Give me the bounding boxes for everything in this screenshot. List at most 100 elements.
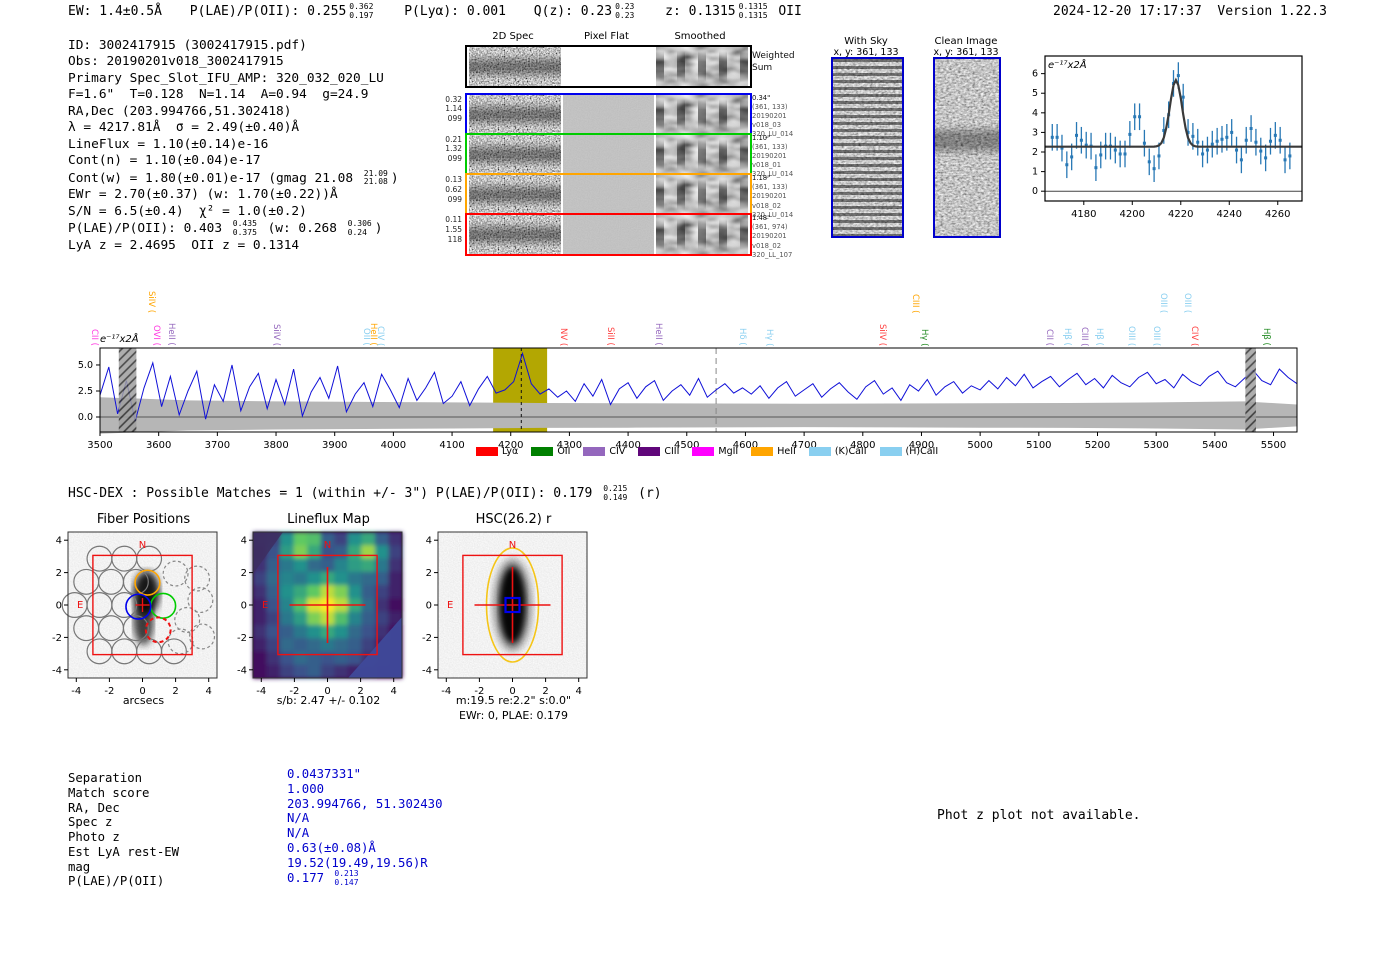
svg-text:-2: -2: [422, 633, 432, 644]
plae-poii-value: P(LAE)/P(OII): 0.255: [189, 4, 347, 20]
info-seeing: F=1.6" T=0.128 N=1.14 A=0.94 g=24.9: [68, 87, 369, 103]
line-label-Hγ: Hγ (: [764, 328, 774, 346]
svg-text:4: 4: [56, 536, 62, 547]
svg-text:5.0: 5.0: [78, 360, 93, 371]
line-label-CII: CII (: [1044, 329, 1054, 346]
line-label-OIII: OIII (: [1182, 292, 1192, 313]
clean-image-title: Clean Image: [934, 36, 998, 47]
line-label-OVI: OVI (: [151, 325, 161, 346]
spec2d-cell: [469, 47, 561, 86]
smoothed-cell: [656, 94, 748, 134]
svg-text:N: N: [509, 540, 516, 551]
svg-text:2.5: 2.5: [78, 386, 93, 397]
line-label-HeII: HeII (: [166, 323, 176, 346]
spec2d-row-right-labels: Weighted Sum: [752, 51, 795, 74]
clean-image: [933, 57, 1001, 238]
spectrum-legend: Lyα OII CIV CIII MgII HeII (K)CaII (H)CaII: [476, 446, 938, 457]
svg-text:-4: -4: [237, 665, 247, 676]
info-lineflux: LineFlux = 1.10(±0.14)e-16: [68, 136, 269, 152]
hsc-cutout-plot: NE-4-4-2-2002244: [422, 531, 588, 697]
svg-text:3900: 3900: [322, 440, 347, 451]
with-sky-image: [831, 57, 904, 238]
detection-info-block: ID: 3002417915 (3002417915.pdf) Obs: 201…: [68, 38, 399, 254]
svg-text:3: 3: [1032, 127, 1038, 138]
svg-text:-2: -2: [52, 633, 62, 644]
spec2d-row-right-labels: 1.18" (361, 133) 20190201 v018_02 320_LU_014: [752, 174, 794, 219]
smoothed-cell: [656, 47, 748, 86]
match-row-label: mag: [68, 859, 91, 874]
match-row-label: Separation: [68, 771, 143, 785]
info-plae: P(LAE)/P(OII): 0.403 0.435 0.375 (w: 0.26…: [68, 219, 383, 237]
hsc-xlabel-1: m:19.5 re:2.2" s:0.0": [455, 694, 572, 707]
spec2d-row: [464, 213, 752, 256]
pixelflat-cell: [563, 94, 654, 134]
line-label-CIII: CIII (: [910, 293, 920, 313]
svg-text:0: 0: [1032, 186, 1038, 197]
match-row-label: Spec z: [68, 815, 113, 830]
legend-swatch: [808, 447, 831, 456]
svg-text:5400: 5400: [1202, 440, 1227, 451]
z-value: z: 0.1315: [665, 4, 736, 20]
line-label-Hγ: Hγ (: [919, 328, 929, 346]
svg-text:4: 4: [241, 536, 247, 547]
match-row-value: 19.52(19.49,19.56)R: [287, 855, 428, 870]
match-row-label: Est LyA rest-EW: [68, 844, 180, 859]
pixelflat-cell: [563, 134, 654, 174]
z-hilo: 0.1315 0.1315: [738, 2, 768, 20]
svg-text:3800: 3800: [263, 440, 288, 451]
fiber-positions-plot: NE-4-4-2-2002244: [52, 531, 218, 697]
pixelflat-cell: [563, 47, 654, 86]
spec2d-row: [464, 45, 752, 88]
match-row-label: RA, Dec: [68, 800, 120, 815]
datetime-version: 2024-12-20 17:17:37 Version 1.22.3: [1053, 4, 1327, 19]
line-label-SiII: SiII (: [605, 327, 615, 346]
svg-text:-4: -4: [422, 665, 432, 676]
phot-z-note: Phot z plot not available.: [937, 808, 1141, 823]
legend-swatch: [638, 447, 661, 456]
line-label-CII: CII (: [89, 329, 99, 346]
smoothed-cell: [656, 215, 748, 254]
svg-text:-2: -2: [237, 633, 247, 644]
match-row-value: 0.177 0.213 0.147: [287, 869, 359, 887]
svg-text:4: 4: [426, 536, 432, 547]
svg-text:6: 6: [1032, 69, 1038, 80]
svg-text:E: E: [447, 600, 453, 611]
svg-text:5300: 5300: [1143, 440, 1168, 451]
spec2d-row-left-labels: 0.21 1.32 099: [445, 134, 462, 164]
line-label-OIII: OIII (: [1158, 292, 1168, 313]
col-header-pixelflat: Pixel Flat: [584, 31, 629, 42]
svg-text:-4: -4: [52, 665, 62, 676]
svg-text:0: 0: [241, 601, 247, 612]
match-row-label: Photo z: [68, 830, 120, 844]
line-label-CIII: CIII (: [1079, 326, 1089, 346]
svg-text:0: 0: [426, 601, 432, 612]
legend-label: (H)CaII: [905, 446, 939, 457]
spec2d-row-right-labels: 1.10" (361, 133) 20190201 v018_01 320_LU_014: [752, 133, 794, 179]
pixelflat-cell: [563, 215, 654, 254]
smoothed-cell: [656, 134, 748, 174]
legend-item-MgII: MgII: [692, 446, 738, 457]
legend-item-Lyα: Lyα: [476, 446, 518, 457]
qz-value: Q(z): 0.23: [533, 4, 613, 20]
line-fit-plot: 4180 4200 4220 4240 4260 0 1 2 3 4 5 6 e⁻¹⁷x2Å: [1032, 55, 1303, 220]
legend-label: HeII: [777, 446, 796, 457]
hsc-xlabel-2: EWr: 0, PLAE: 0.179: [458, 709, 569, 722]
svg-text:5200: 5200: [1085, 440, 1110, 451]
pixelflat-cell: [563, 175, 654, 214]
match-row-value: 0.63(±0.08)Å: [287, 840, 376, 855]
match-row-label: P(LAE)/P(OII): [68, 874, 165, 889]
info-id: ID: 3002417915 (3002417915.pdf): [68, 38, 307, 53]
line-label-Hβ: Hβ (: [1094, 328, 1104, 346]
report-datetime: 2024-12-20 17:17:37: [1053, 4, 1202, 19]
spec2d-row: [464, 173, 752, 216]
spec2d-row: [464, 132, 752, 176]
svg-text:E: E: [262, 600, 268, 611]
legend-label: Lyα: [502, 446, 519, 457]
svg-text:4200: 4200: [1120, 209, 1145, 220]
svg-text:4220: 4220: [1168, 209, 1193, 220]
svg-text:e⁻¹⁷x2Å: e⁻¹⁷x2Å: [1048, 58, 1087, 71]
plae-poii-hilo: 0.362 0.197: [349, 2, 374, 20]
legend-label: CIII: [664, 446, 680, 457]
legend-item-CIV: CIV: [583, 446, 625, 457]
col-header-2dspec: 2D Spec: [492, 31, 534, 42]
